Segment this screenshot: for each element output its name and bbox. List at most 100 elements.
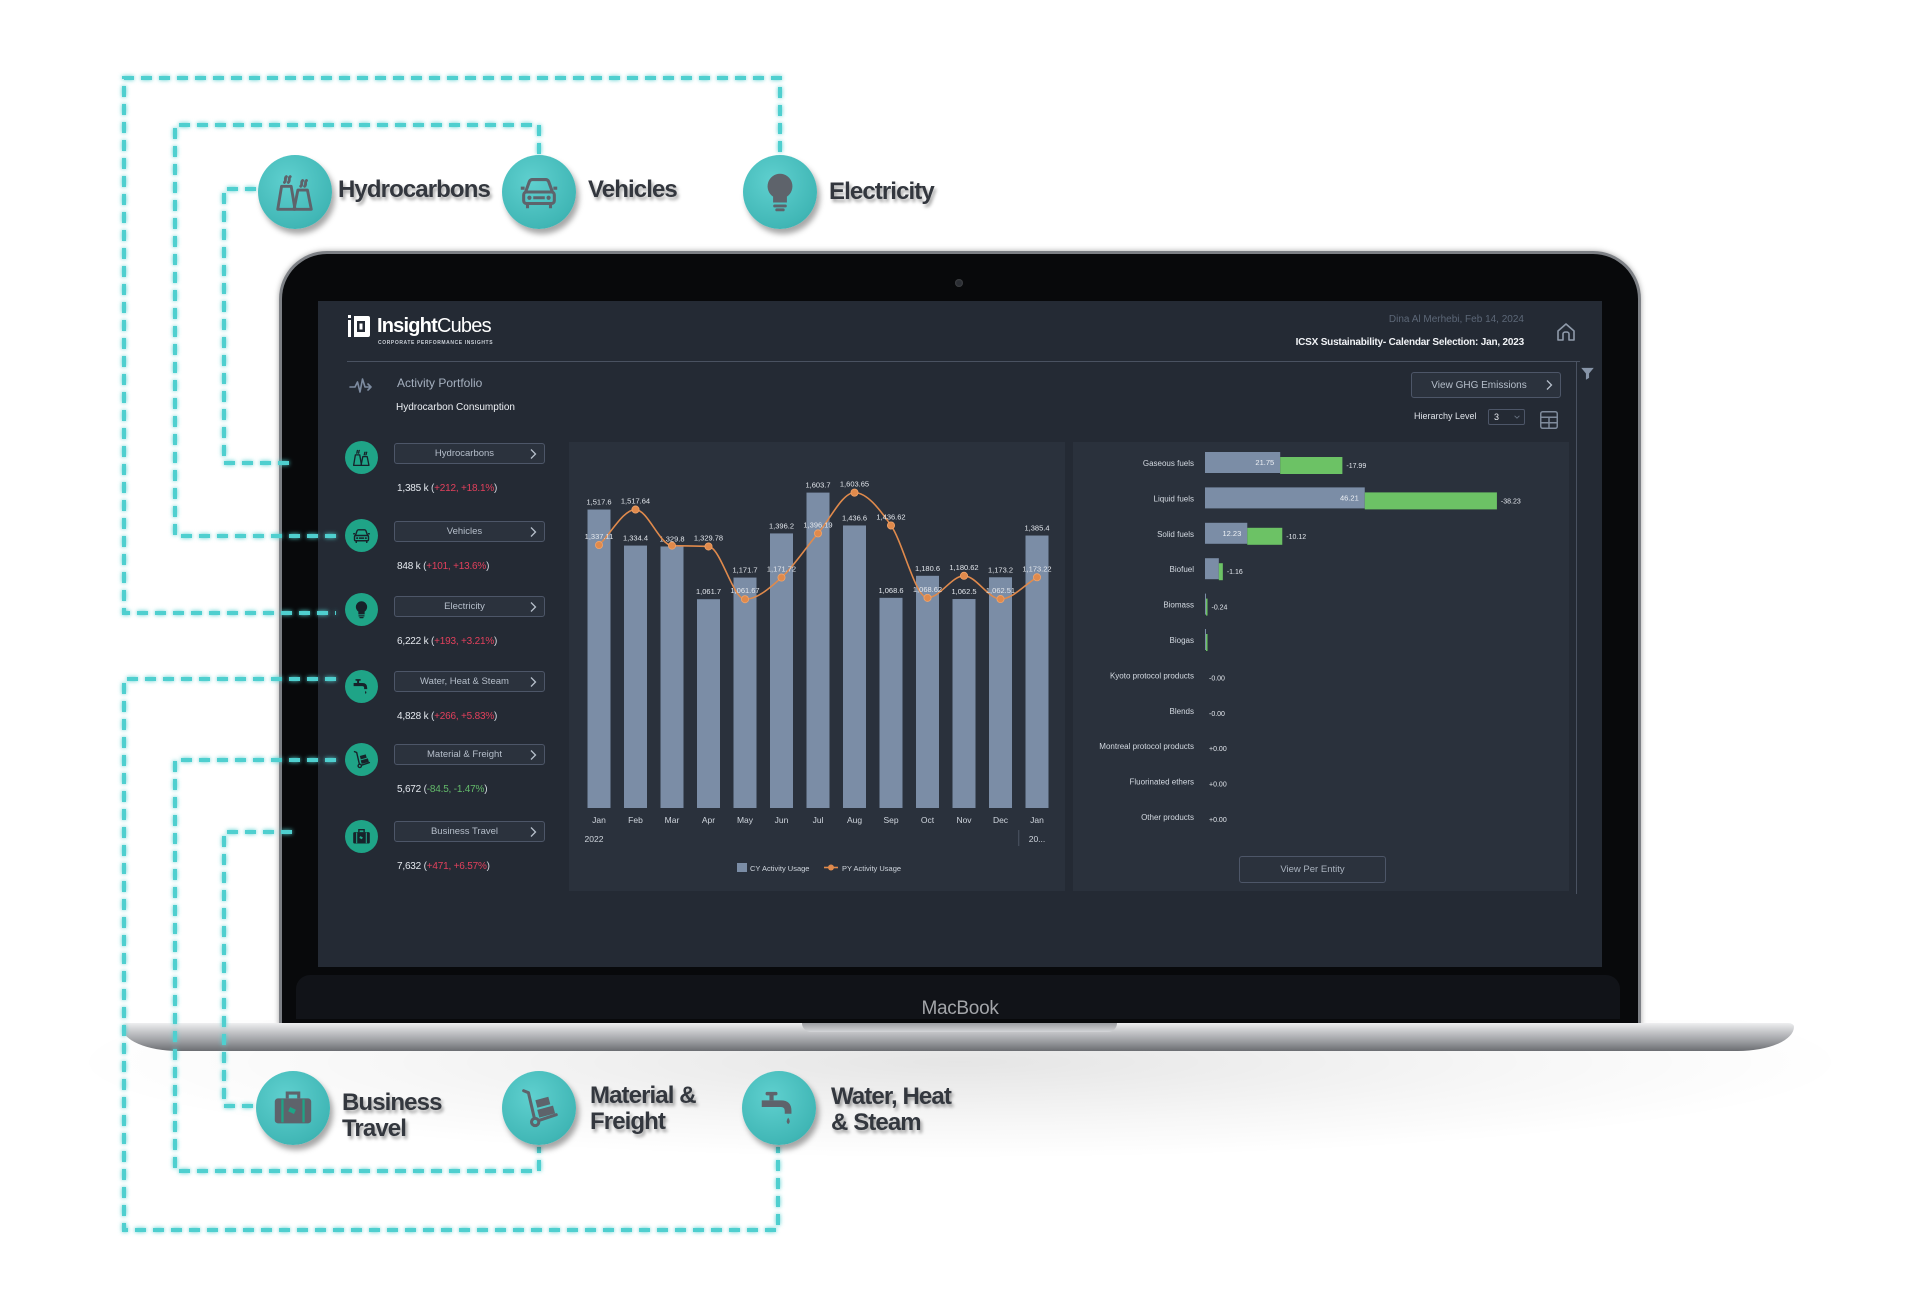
sidebar-button-business-travel[interactable]: Business Travel — [394, 821, 545, 842]
x-group-label: 20... — [1029, 834, 1046, 844]
breakdown-chart-panel: Gaseous fuels 21.75 -17.99 Liquid fuels 46.2… — [1073, 442, 1569, 891]
change-bar — [1206, 634, 1208, 651]
py-point-label: 1,180.62 — [949, 563, 978, 572]
sidebar-value-vehicles: 848 k +101, +13.6% — [397, 561, 489, 572]
py-point-label: 1,396.19 — [803, 520, 832, 529]
cy-bar-label: 1,062.5 — [951, 587, 976, 596]
x-tick-label: Feb — [628, 815, 643, 825]
cy-bar — [587, 509, 611, 808]
breakdown-chart: Gaseous fuels 21.75 -17.99 Liquid fuels 46.2… — [1099, 452, 1521, 824]
trend-chart-panel: 1,517.6 1,334.4 1,329.8 1,061.7 1,171.7 1,396… — [569, 442, 1065, 891]
table-view-icon[interactable] — [1538, 409, 1560, 431]
section-subtitle: Hydrocarbon Consumption — [396, 402, 515, 413]
light-bulb-icon — [757, 169, 803, 215]
annotation-label-electricity: Electricity — [829, 178, 935, 205]
value-bar — [1205, 629, 1206, 650]
x-tick-label: Nov — [956, 815, 972, 825]
cy-bar-label: 1,173.2 — [988, 565, 1013, 574]
faucet-icon — [351, 676, 372, 697]
category-label: Gaseous fuels — [1143, 459, 1194, 468]
change-label: -0.00 — [1209, 675, 1225, 682]
change-label: -17.99 — [1346, 463, 1366, 470]
metric-delta: +212, +18.1% — [431, 483, 497, 494]
legend-py-marker — [828, 864, 834, 871]
chevron-down-icon — [1513, 413, 1521, 421]
context-title: ICSX Sustainability- Calendar Selection:… — [1295, 337, 1525, 348]
category-label: Montreal protocol products — [1099, 742, 1194, 751]
view-ghg-emissions-label: View GHG Emissions — [1431, 379, 1527, 391]
category-label: Solid fuels — [1157, 530, 1194, 539]
hand-truck-icon — [516, 1085, 562, 1131]
sidebar-icon-material-freight[interactable] — [345, 743, 378, 776]
category-label: Other products — [1141, 813, 1194, 822]
py-point-label: 1,062.51 — [986, 586, 1015, 595]
view-ghg-emissions-button[interactable]: View GHG Emissions — [1411, 372, 1561, 398]
label-line: Water, Heat — [831, 1083, 952, 1110]
category-label: Kyoto protocol products — [1110, 671, 1194, 680]
annotation-icon-business-travel — [256, 1071, 330, 1145]
py-marker — [850, 488, 859, 497]
py-marker — [668, 541, 677, 550]
cy-bar — [733, 577, 757, 808]
sidebar-icon-business-travel[interactable] — [345, 820, 378, 853]
value-bar — [1205, 558, 1219, 580]
sidebar-icon-hydrocarbons[interactable] — [345, 441, 378, 474]
cooling-towers-icon — [351, 447, 372, 468]
activity-pulse-icon — [349, 374, 375, 398]
py-marker — [996, 595, 1005, 604]
value-bar-label: 21.75 — [1255, 458, 1274, 467]
cy-bar — [916, 575, 939, 808]
x-tick-label: Jan — [592, 815, 606, 825]
sidebar-button-label: Electricity — [444, 601, 485, 612]
sidebar-button-material-freight[interactable]: Material & Freight — [394, 744, 545, 765]
sidebar-button-vehicles[interactable]: Vehicles — [394, 521, 545, 542]
py-point-label: 1,173.22 — [1022, 564, 1051, 573]
metric-value: 4,828 k — [397, 711, 429, 722]
cy-bar-label: 1,180.6 — [915, 564, 940, 573]
cy-bar-label: 1,334.4 — [623, 534, 648, 543]
change-label: +0.00 — [1209, 746, 1227, 753]
sidebar-button-hydrocarbons[interactable]: Hydrocarbons — [394, 443, 545, 464]
header-divider — [347, 361, 1580, 362]
sidebar-button-electricity[interactable]: Electricity — [394, 596, 545, 617]
sidebar-icon-electricity[interactable] — [345, 593, 378, 626]
sidebar-value-business-travel: 7,632 +471, +6.57% — [397, 861, 490, 872]
label-line: Travel — [342, 1115, 407, 1142]
filter-funnel-icon[interactable] — [1580, 366, 1595, 381]
webcam — [955, 279, 963, 287]
change-label: -0.24 — [1212, 605, 1228, 612]
change-bar — [1247, 527, 1283, 545]
value-bar-label: 12.23 — [1222, 529, 1241, 538]
view-per-entity-button[interactable]: View Per Entity — [1239, 856, 1386, 883]
cy-bar — [697, 599, 720, 808]
sidebar-icon-water-heat-steam[interactable] — [345, 670, 378, 703]
chevron-right-icon — [528, 448, 538, 460]
home-icon[interactable] — [1554, 320, 1578, 344]
car-icon — [351, 525, 372, 546]
change-label: -10.12 — [1286, 534, 1306, 541]
cy-bar-label: 1,603.7 — [805, 481, 830, 490]
logo-tagline: CORPORATE PERFORMANCE INSIGHTS — [378, 340, 494, 346]
annotation-label-hydrocarbons: Hydrocarbons — [338, 176, 491, 203]
cy-bar-label: 1,068.6 — [878, 586, 903, 595]
sidebar-button-water-heat-steam[interactable]: Water, Heat & Steam — [394, 671, 545, 692]
metric-value: 7,632 — [397, 861, 422, 872]
metric-delta: +471, +6.57% — [424, 861, 490, 872]
metric-value: 6,222 k — [397, 636, 429, 647]
py-point-label: 1,329.78 — [694, 533, 723, 542]
py-point-label: 1,517.64 — [621, 497, 650, 506]
cooling-towers-icon — [272, 169, 318, 215]
hierarchy-level-label: Hierarchy Level — [1414, 411, 1477, 421]
change-bar — [1206, 598, 1208, 616]
hierarchy-level-select[interactable]: 3 — [1488, 409, 1525, 425]
sidebar-icon-vehicles[interactable] — [345, 519, 378, 552]
metric-value: 1,385 k — [397, 483, 429, 494]
chevron-right-icon — [528, 749, 538, 761]
content-scroll-border — [1576, 362, 1577, 894]
trend-chart: 1,517.61,334.4 1,329.81,061.71,171.71,396… — [585, 480, 1052, 873]
insightcubes-logo-icon — [348, 315, 370, 337]
py-marker — [777, 573, 786, 582]
sidebar-value-water-heat-steam: 4,828 k +266, +5.83% — [397, 711, 497, 722]
annotation-icon-material-freight — [502, 1071, 576, 1145]
chevron-right-icon — [528, 676, 538, 688]
